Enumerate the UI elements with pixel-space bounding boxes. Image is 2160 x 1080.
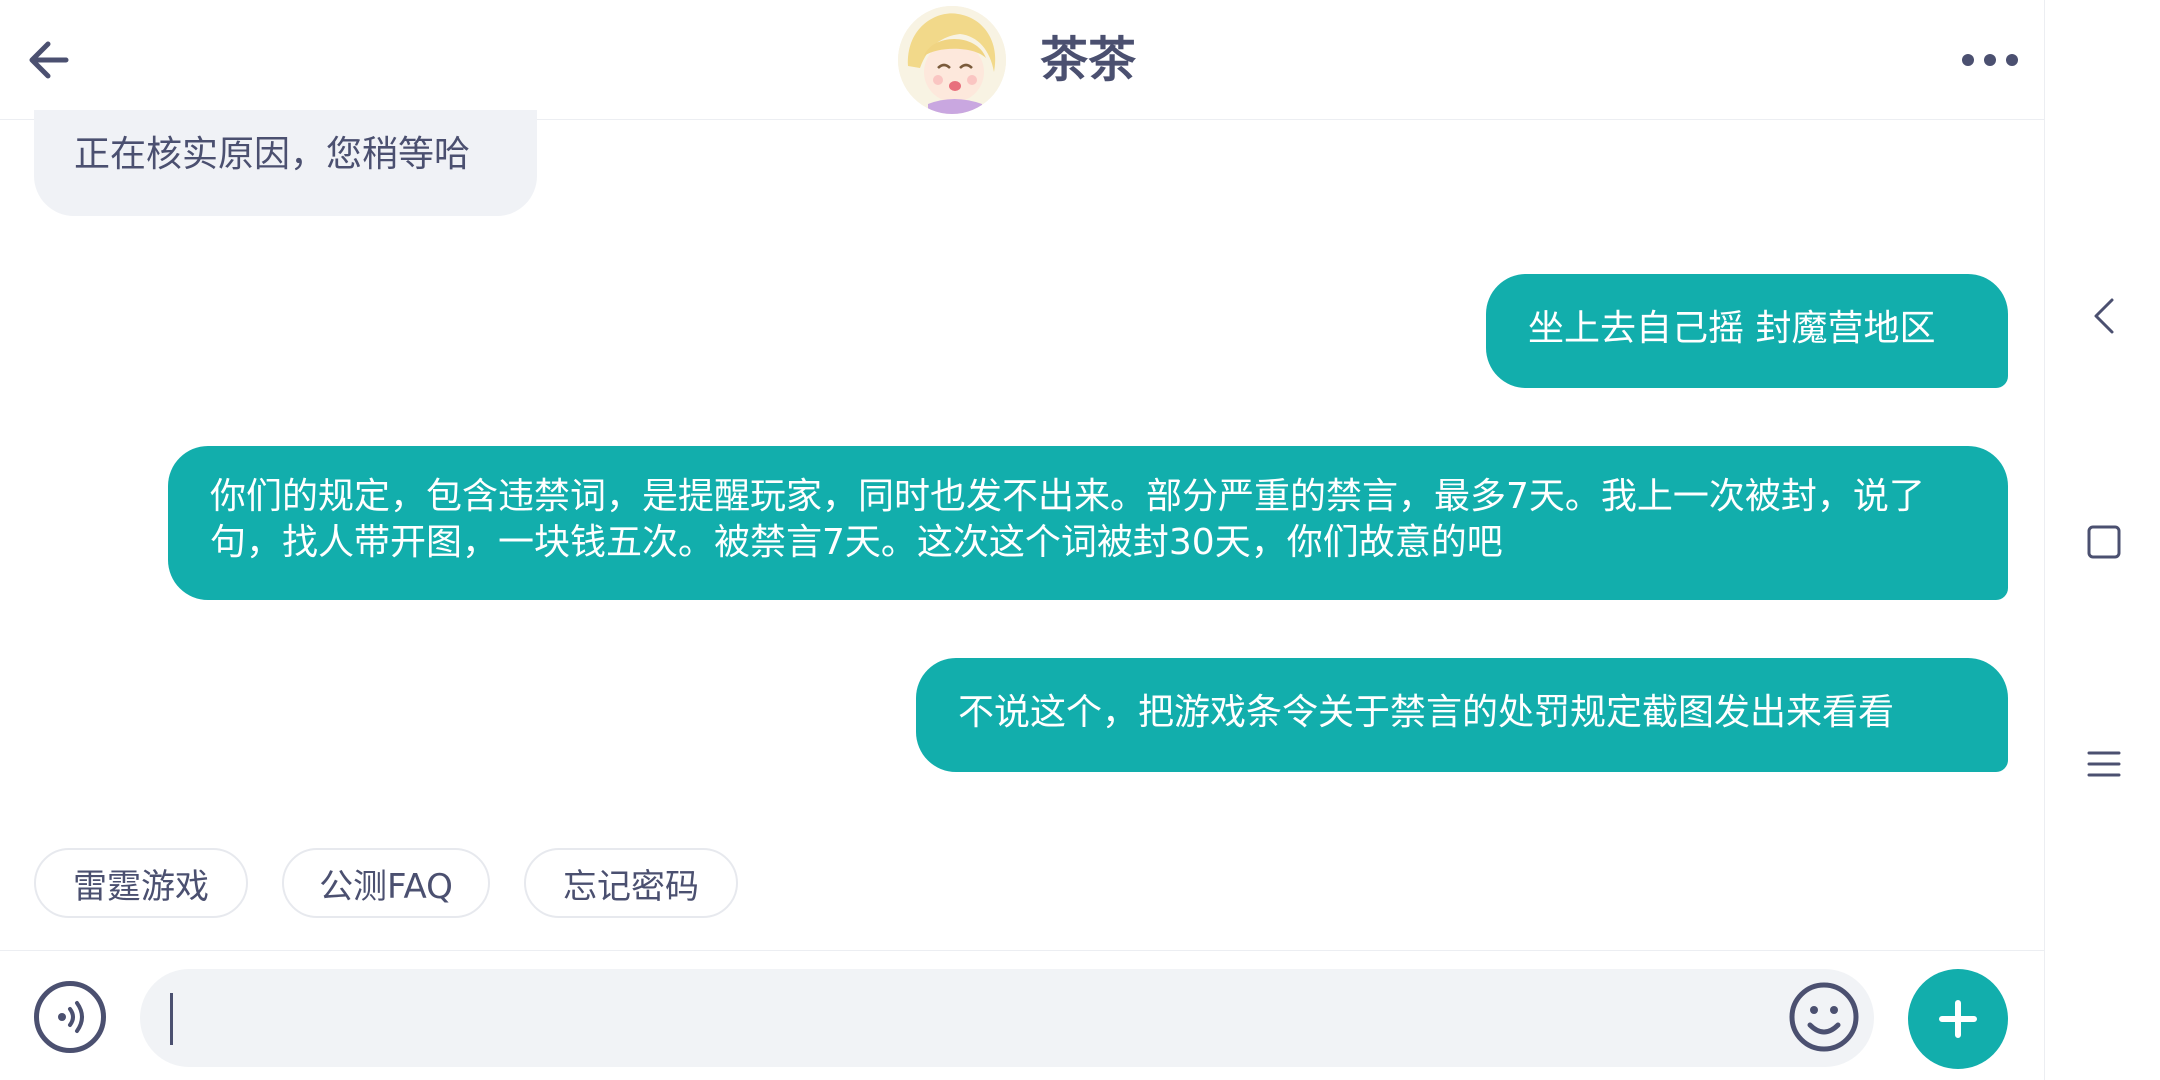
voice-icon	[58, 1001, 84, 1033]
message-input[interactable]	[140, 969, 1874, 1067]
square-icon	[2087, 525, 2121, 559]
quick-reply-chip[interactable]: 忘记密码	[524, 848, 738, 918]
message-bubble-incoming: 正在核实原因，您稍等哈	[34, 110, 537, 216]
avatar[interactable]	[898, 6, 1006, 114]
hamburger-icon	[2087, 751, 2121, 777]
quick-reply-chip[interactable]: 公测FAQ	[282, 848, 490, 918]
chat-title: 茶茶	[1040, 32, 1137, 88]
chat-window: 茶茶 正在核实原因，您稍等哈 坐上去自己摇 封魔营地区 你们的规定，包含违禁词，…	[0, 0, 2044, 1080]
chevron-left-icon	[2094, 298, 2114, 334]
arrow-left-icon	[29, 41, 69, 79]
voice-button[interactable]	[34, 981, 106, 1053]
message-bubble-outgoing: 坐上去自己摇 封魔营地区	[1486, 274, 2008, 388]
avatar-illustration	[898, 6, 1006, 114]
system-home-button[interactable]	[2080, 518, 2128, 566]
add-button[interactable]	[1908, 969, 2008, 1069]
quick-reply-chip[interactable]: 雷霆游戏	[34, 848, 248, 918]
back-button[interactable]	[20, 28, 76, 92]
emoji-button[interactable]	[1788, 981, 1860, 1053]
more-button[interactable]	[1950, 40, 2030, 80]
input-bar	[0, 950, 2044, 1080]
chat-header: 茶茶	[0, 0, 2044, 120]
plus-icon	[1939, 1000, 1977, 1038]
text-caret	[170, 993, 173, 1045]
system-back-button[interactable]	[2080, 292, 2128, 340]
message-bubble-outgoing: 不说这个，把游戏条令关于禁言的处罚规定截图发出来看看	[916, 658, 2008, 772]
system-menu-button[interactable]	[2080, 740, 2128, 788]
more-dot	[1984, 54, 1996, 66]
more-dot	[2006, 54, 2018, 66]
message-bubble-outgoing: 你们的规定，包含违禁词，是提醒玩家，同时也发不出来。部分严重的禁言，最多7天。我…	[168, 446, 2008, 600]
more-horizontal-icon	[1962, 54, 1974, 66]
smiley-icon	[1789, 982, 1859, 1052]
